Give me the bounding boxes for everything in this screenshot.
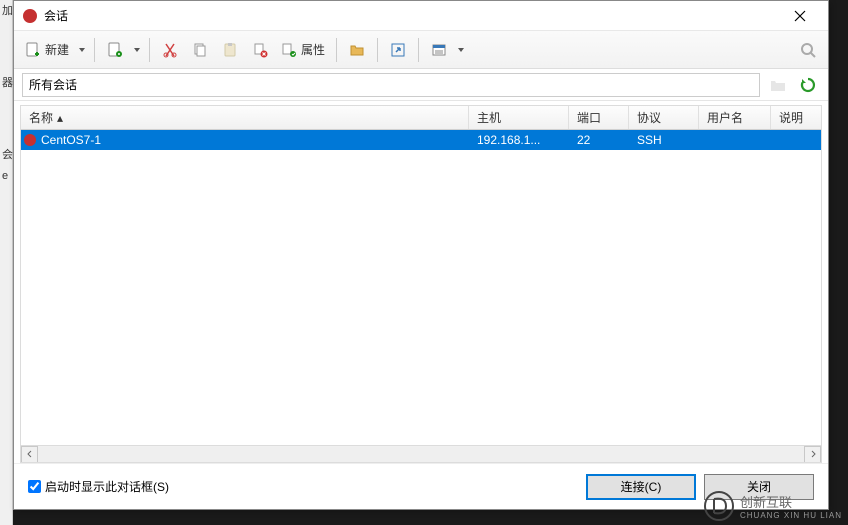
background-app-strip: 加 器 会 e xyxy=(0,0,13,525)
separator xyxy=(94,38,95,62)
path-input[interactable] xyxy=(22,73,760,97)
watermark-icon xyxy=(704,491,734,521)
column-desc[interactable]: 说明 xyxy=(771,106,821,129)
toolbar: 新建 属性 xyxy=(14,31,828,69)
show-on-start-checkbox[interactable]: 启动时显示此对话框(S) xyxy=(28,478,169,495)
titlebar: 会话 xyxy=(14,1,828,31)
close-button[interactable] xyxy=(780,2,820,30)
column-headers: 名称▴ 主机 端口 协议 用户名 说明 xyxy=(21,106,821,130)
window-title: 会话 xyxy=(44,7,780,24)
paste-button[interactable] xyxy=(216,36,244,64)
folder-up-icon[interactable] xyxy=(766,73,790,97)
column-protocol[interactable]: 协议 xyxy=(629,106,699,129)
horizontal-scrollbar[interactable] xyxy=(21,445,821,462)
session-list: 名称▴ 主机 端口 协议 用户名 说明 CentOS7-1 192.168.1.… xyxy=(20,105,822,463)
new-session-button[interactable]: 新建 xyxy=(20,36,74,64)
separator xyxy=(418,38,419,62)
view-mode-button[interactable] xyxy=(425,36,453,64)
sessions-dialog: 会话 新建 属性 xyxy=(13,0,829,510)
column-name[interactable]: 名称▴ xyxy=(21,106,469,129)
new-folder-dropdown[interactable] xyxy=(131,36,143,64)
sort-asc-icon: ▴ xyxy=(57,111,63,125)
watermark: 创新互联 CHUANG XIN HU LIAN xyxy=(704,491,842,521)
session-icon xyxy=(23,133,37,147)
search-icon[interactable] xyxy=(794,36,822,64)
column-port[interactable]: 端口 xyxy=(569,106,629,129)
separator xyxy=(336,38,337,62)
refresh-icon[interactable] xyxy=(796,73,820,97)
app-icon xyxy=(22,8,38,24)
separator xyxy=(149,38,150,62)
column-host[interactable]: 主机 xyxy=(469,106,569,129)
connect-button[interactable]: 连接(C) xyxy=(586,474,696,500)
column-user[interactable]: 用户名 xyxy=(699,106,771,129)
view-mode-dropdown[interactable] xyxy=(455,36,467,64)
scroll-track[interactable] xyxy=(38,447,804,462)
scroll-right-icon[interactable] xyxy=(804,446,821,463)
session-rows: CentOS7-1 192.168.1... 22 SSH xyxy=(21,130,821,445)
separator xyxy=(377,38,378,62)
scroll-left-icon[interactable] xyxy=(21,446,38,463)
path-bar xyxy=(14,69,828,101)
properties-button[interactable]: 属性 xyxy=(276,36,330,64)
shortcut-button[interactable] xyxy=(384,36,412,64)
open-folder-button[interactable] xyxy=(343,36,371,64)
copy-button[interactable] xyxy=(186,36,214,64)
delete-button[interactable] xyxy=(246,36,274,64)
new-session-dropdown[interactable] xyxy=(76,36,88,64)
session-row[interactable]: CentOS7-1 192.168.1... 22 SSH xyxy=(21,130,821,150)
cut-button[interactable] xyxy=(156,36,184,64)
show-on-start-input[interactable] xyxy=(28,480,41,493)
new-folder-button[interactable] xyxy=(101,36,129,64)
